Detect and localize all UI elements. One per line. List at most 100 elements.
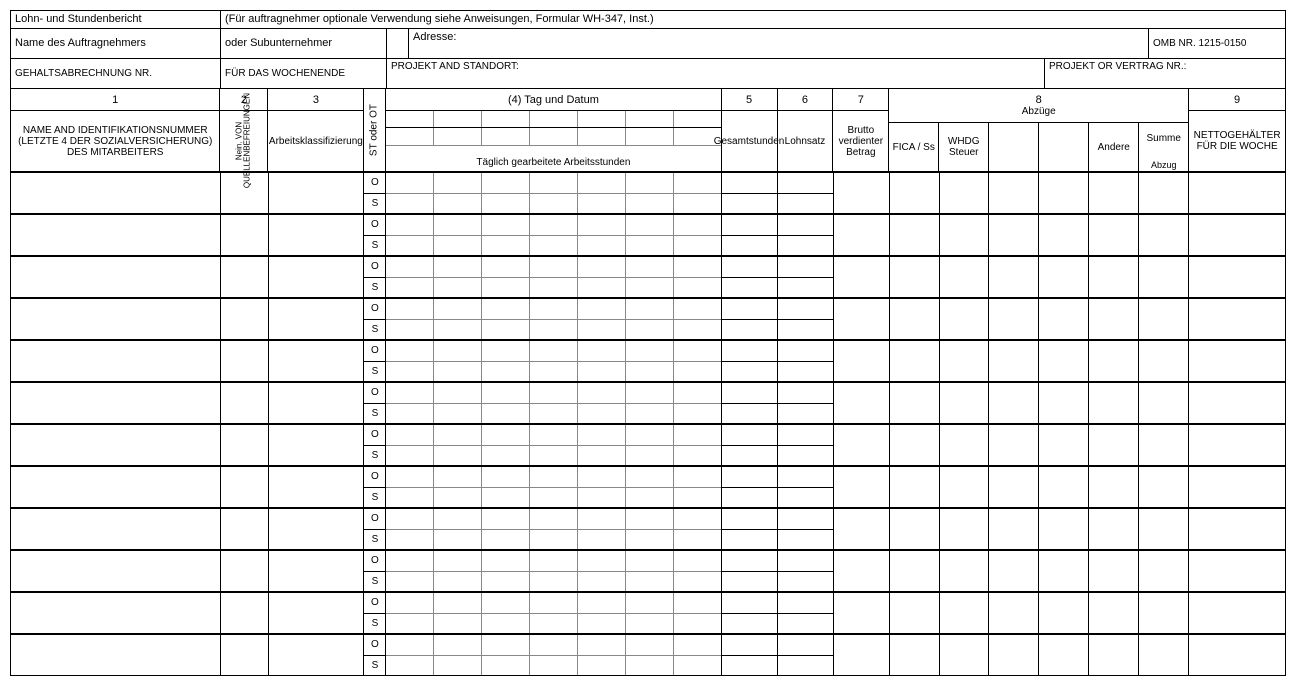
cell-total-hours[interactable] [722,299,778,339]
cell-total-hours[interactable] [722,509,778,549]
cell-gross[interactable] [834,551,890,591]
cell-gross[interactable] [834,425,890,465]
cell-total-hours[interactable] [722,215,778,255]
cell-exemptions[interactable] [221,215,269,255]
cell-gross[interactable] [834,257,890,297]
cell-net[interactable] [1189,425,1285,465]
cell-classification[interactable] [269,215,365,255]
cell-classification[interactable] [269,299,365,339]
cell-gross[interactable] [834,635,890,675]
cell-exemptions[interactable] [221,425,269,465]
cell-days[interactable] [386,635,721,675]
cell-name[interactable] [11,257,221,297]
cell-rate[interactable] [778,593,834,633]
cell-name[interactable] [11,299,221,339]
cell-exemptions[interactable] [221,299,269,339]
cell-rate[interactable] [778,635,834,675]
cell-net[interactable] [1189,257,1285,297]
cell-net[interactable] [1189,551,1285,591]
cell-rate[interactable] [778,509,834,549]
cell-net[interactable] [1189,593,1285,633]
cell-classification[interactable] [269,593,365,633]
cell-gross[interactable] [834,341,890,381]
cell-net[interactable] [1189,383,1285,423]
cell-rate[interactable] [778,173,834,213]
cell-classification[interactable] [269,257,365,297]
cell-days[interactable] [386,173,721,213]
cell-name[interactable] [11,635,221,675]
cell-exemptions[interactable] [221,383,269,423]
cell-exemptions[interactable] [221,635,269,675]
cell-gross[interactable] [834,593,890,633]
cell-classification[interactable] [269,467,365,507]
cell-deductions[interactable] [890,299,1190,339]
cell-exemptions[interactable] [221,341,269,381]
cell-deductions[interactable] [890,425,1190,465]
cell-total-hours[interactable] [722,341,778,381]
cell-days[interactable] [386,551,721,591]
cell-net[interactable] [1189,299,1285,339]
cell-deductions[interactable] [890,257,1190,297]
cell-gross[interactable] [834,467,890,507]
cell-gross[interactable] [834,215,890,255]
cell-total-hours[interactable] [722,551,778,591]
cell-net[interactable] [1189,173,1285,213]
cell-rate[interactable] [778,467,834,507]
cell-days[interactable] [386,341,721,381]
cell-deductions[interactable] [890,509,1190,549]
cell-net[interactable] [1189,215,1285,255]
cell-deductions[interactable] [890,551,1190,591]
cell-rate[interactable] [778,215,834,255]
cell-name[interactable] [11,593,221,633]
sub-check-box[interactable] [387,29,409,59]
cell-days[interactable] [386,257,721,297]
cell-exemptions[interactable] [221,509,269,549]
cell-name[interactable] [11,383,221,423]
cell-classification[interactable] [269,383,365,423]
cell-days[interactable] [386,215,721,255]
cell-days[interactable] [386,509,721,549]
cell-name[interactable] [11,467,221,507]
cell-rate[interactable] [778,341,834,381]
cell-name[interactable] [11,425,221,465]
cell-exemptions[interactable] [221,467,269,507]
cell-rate[interactable] [778,299,834,339]
cell-total-hours[interactable] [722,635,778,675]
cell-name[interactable] [11,215,221,255]
cell-name[interactable] [11,509,221,549]
cell-gross[interactable] [834,299,890,339]
cell-name[interactable] [11,173,221,213]
cell-deductions[interactable] [890,173,1190,213]
cell-days[interactable] [386,593,721,633]
cell-classification[interactable] [269,551,365,591]
cell-exemptions[interactable] [221,593,269,633]
cell-deductions[interactable] [890,593,1190,633]
cell-name[interactable] [11,341,221,381]
cell-total-hours[interactable] [722,593,778,633]
cell-days[interactable] [386,383,721,423]
cell-total-hours[interactable] [722,467,778,507]
cell-gross[interactable] [834,509,890,549]
cell-deductions[interactable] [890,383,1190,423]
cell-exemptions[interactable] [221,257,269,297]
cell-total-hours[interactable] [722,173,778,213]
cell-rate[interactable] [778,257,834,297]
cell-net[interactable] [1189,509,1285,549]
cell-classification[interactable] [269,173,365,213]
cell-total-hours[interactable] [722,257,778,297]
cell-gross[interactable] [834,383,890,423]
cell-net[interactable] [1189,467,1285,507]
cell-total-hours[interactable] [722,425,778,465]
cell-deductions[interactable] [890,467,1190,507]
cell-days[interactable] [386,425,721,465]
cell-classification[interactable] [269,425,365,465]
cell-exemptions[interactable] [221,551,269,591]
cell-classification[interactable] [269,509,365,549]
cell-net[interactable] [1189,635,1285,675]
cell-classification[interactable] [269,635,365,675]
cell-classification[interactable] [269,341,365,381]
cell-deductions[interactable] [890,215,1190,255]
cell-total-hours[interactable] [722,383,778,423]
cell-rate[interactable] [778,425,834,465]
cell-name[interactable] [11,551,221,591]
